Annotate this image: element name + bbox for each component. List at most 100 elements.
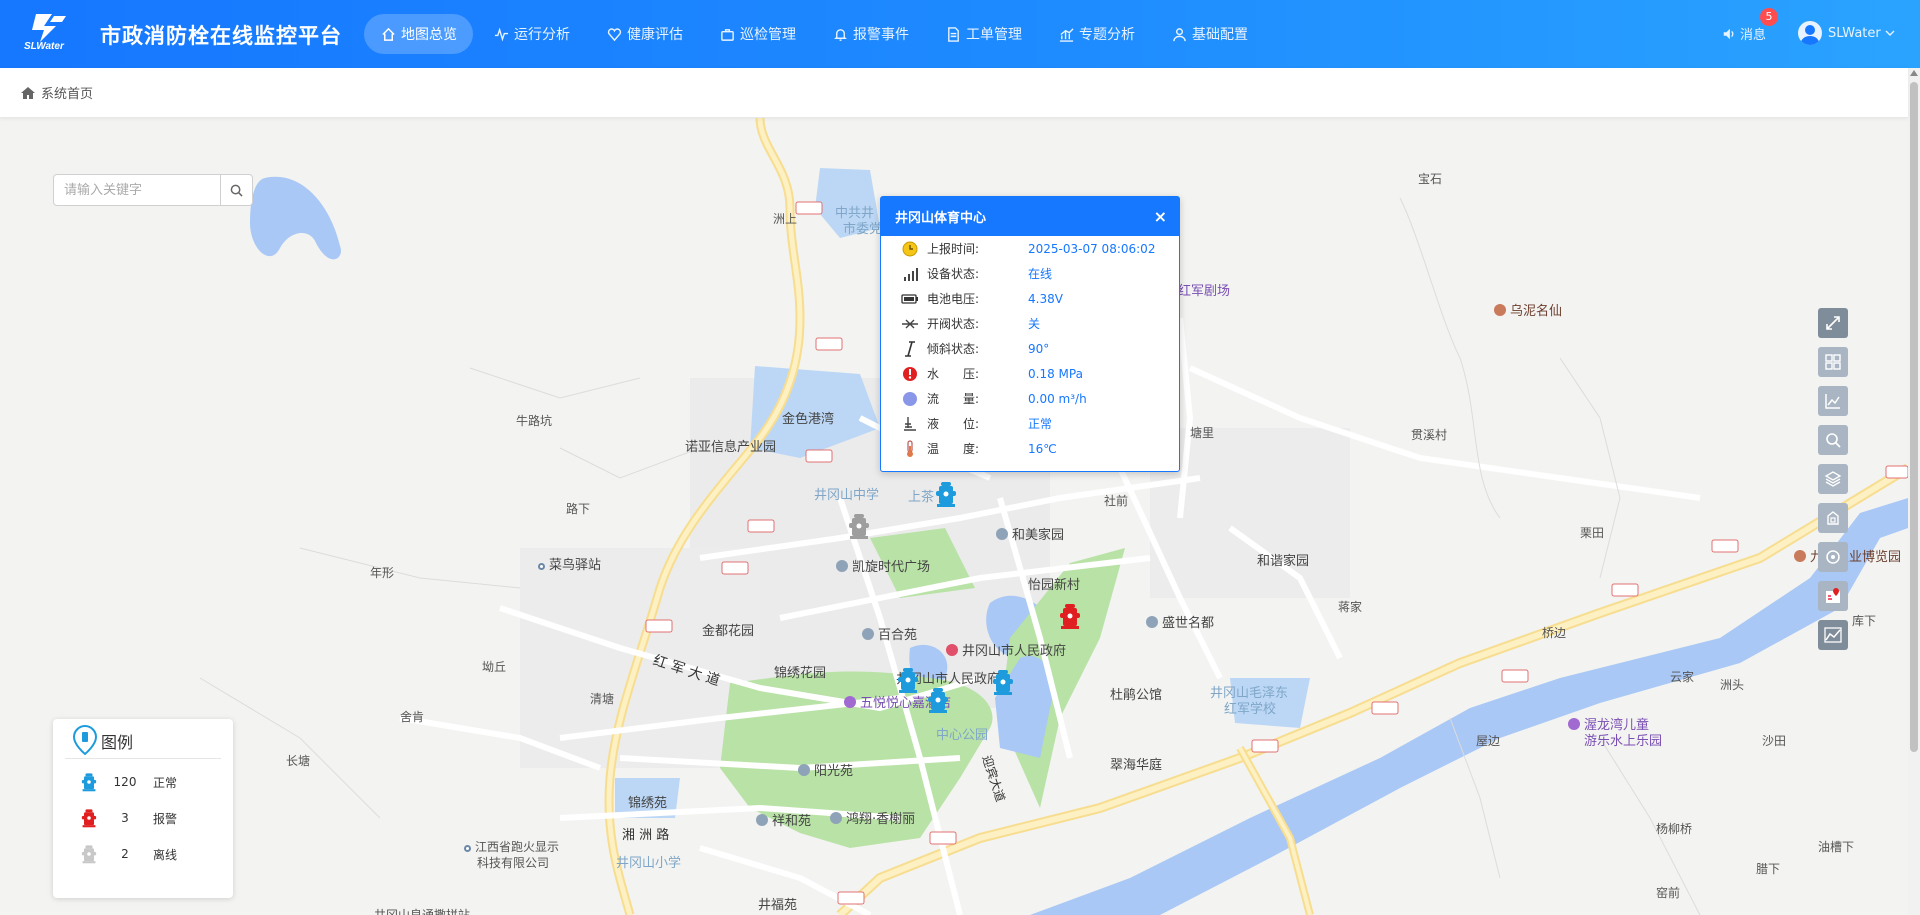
map-legend: 图例 120 正常 3 报警 2 离线: [53, 719, 233, 898]
page-scrollbar[interactable]: [1908, 68, 1920, 915]
signal-icon: [901, 265, 919, 283]
popup-row-device-status: 设备状态: 在线: [881, 261, 1179, 286]
nav-item-base-config[interactable]: 基础配置: [1155, 14, 1264, 54]
hydrant-marker-normal[interactable]: [897, 666, 919, 694]
grid-view-button[interactable]: [1818, 347, 1848, 377]
user-menu[interactable]: SLWater: [1798, 21, 1895, 45]
breadcrumb: 系统首页: [0, 68, 1908, 118]
layers-button[interactable]: [1818, 464, 1848, 494]
map-label: 金都花园: [702, 624, 755, 639]
map-label-text: 百合苑: [878, 628, 918, 643]
map-label-text: 和美家园: [1012, 528, 1065, 543]
top-navigation-bar: SLWater 市政消防栓在线监控平台 地图总览 运行分析 健康评估 巡检管理 …: [0, 0, 1920, 68]
popup-value: 90°: [1028, 341, 1050, 356]
device-info-popup: 井冈山体育中心 × 上报时间: 2025-03-07 08:06:02 设备状态…: [880, 196, 1180, 472]
popup-row-valve: 开阀状态: 关: [881, 311, 1179, 336]
nav-item-inspection[interactable]: 巡检管理: [703, 14, 812, 54]
popup-row-tilt: 倾斜状态: 90°: [881, 336, 1179, 361]
nav-label: 巡检管理: [740, 27, 796, 43]
nav-item-health-assessment[interactable]: 健康评估: [590, 14, 699, 54]
nav-item-alarm-events[interactable]: 报警事件: [816, 14, 925, 54]
map-pin-icon: [1824, 587, 1842, 605]
poi-dot-icon: [538, 563, 545, 570]
map-label: 屋边: [1476, 734, 1501, 748]
legend-item-alarm: 3 报警: [81, 807, 177, 829]
map-label: 清塘: [590, 692, 615, 706]
location-button[interactable]: [1818, 542, 1848, 572]
hydrant-icon: [81, 772, 97, 792]
nav-item-topic-analysis[interactable]: 专题分析: [1042, 14, 1151, 54]
clock-icon: [901, 240, 919, 258]
search-icon: [230, 184, 243, 197]
map-label-text: 凯旋时代广场: [852, 560, 931, 575]
poi-pin-icon: [1794, 550, 1806, 562]
hydrant-marker-offline[interactable]: [848, 512, 870, 540]
magnifier-icon: [1824, 431, 1842, 449]
home-icon: [20, 86, 41, 100]
map-label: 云家: [1670, 670, 1695, 684]
poi-pin-icon: [1494, 304, 1506, 316]
scrollbar-thumb[interactable]: [1910, 82, 1918, 752]
map-pin-button[interactable]: [1818, 581, 1848, 611]
close-icon[interactable]: ×: [1154, 207, 1167, 226]
nav-label: 运行分析: [514, 27, 570, 43]
poi-pin-icon: [830, 812, 842, 824]
map-label: 杨柳桥: [1656, 822, 1693, 836]
map-label: 金色港湾: [782, 412, 835, 427]
popup-value: 16℃: [1028, 441, 1057, 456]
map-label: 和谐家园: [1257, 554, 1310, 569]
hotel-icon: [844, 696, 856, 708]
poi-pin-icon: [798, 764, 810, 776]
map-label: 井冈山市人民政府: [946, 640, 1066, 659]
map-label: 舍肯: [400, 710, 425, 724]
avatar: [1798, 21, 1822, 45]
line-chart-icon: [1824, 392, 1842, 410]
legend-count: 120: [113, 775, 137, 789]
statistics-button[interactable]: [1818, 620, 1848, 650]
hydrant-marker-normal[interactable]: [935, 480, 957, 508]
popup-value: 正常: [1028, 417, 1053, 431]
map-label-text: 乌泥名仙: [1510, 304, 1563, 319]
map-label: 百合苑: [862, 624, 917, 643]
messages-button[interactable]: 消息: [1722, 24, 1766, 43]
map-view[interactable]: 宝石 洲上 中共井 市委党 红军剧场 乌泥名仙 牛路坑 金色港湾 诺亚信息产业园…: [0, 118, 1908, 915]
nav-item-map-overview[interactable]: 地图总览: [364, 14, 473, 54]
map-label: 祥和苑: [756, 810, 811, 829]
trend-button[interactable]: [1818, 386, 1848, 416]
popup-key: 设备状态:: [927, 267, 980, 281]
nav-label: 工单管理: [966, 27, 1022, 43]
hydrant-marker-normal[interactable]: [992, 668, 1014, 696]
popup-value: 0.00 m³/h: [1028, 391, 1087, 406]
hydrant-marker-alarm[interactable]: [1059, 602, 1081, 630]
map-label: 红军学校: [1224, 702, 1277, 717]
messages-label: 消息: [1740, 28, 1767, 43]
nav-item-operation-analysis[interactable]: 运行分析: [477, 14, 586, 54]
fullscreen-button[interactable]: [1818, 308, 1848, 338]
nav-label: 健康评估: [627, 27, 683, 43]
nav-item-work-orders[interactable]: 工单管理: [929, 14, 1038, 54]
poi-pin-icon: [996, 528, 1008, 540]
map-label: 塘里: [1190, 426, 1215, 440]
device-button[interactable]: [1818, 503, 1848, 533]
flow-icon: [901, 390, 919, 408]
search-button[interactable]: [221, 174, 253, 206]
map-label: 腊下: [1756, 862, 1781, 876]
map-label: 宝石: [1418, 172, 1443, 186]
poi-pin-icon: [1146, 616, 1158, 628]
map-label: 年形: [370, 566, 395, 580]
hydrant-marker-normal[interactable]: [927, 686, 949, 714]
map-label: 坳丘: [482, 660, 507, 674]
level-icon: [901, 415, 919, 433]
breadcrumb-home-link[interactable]: 系统首页: [41, 83, 93, 102]
popup-key: 开阀状态:: [927, 317, 980, 331]
zoom-search-button[interactable]: [1818, 425, 1848, 455]
map-label: 井冈山中学: [814, 488, 880, 503]
map-label-text: 鸿翔·香榭丽: [846, 812, 916, 827]
scroll-up-arrow-icon[interactable]: [1910, 70, 1918, 76]
username: SLWater: [1828, 25, 1881, 41]
popup-value: 关: [1028, 317, 1041, 331]
pressure-gauge-icon: [901, 365, 919, 383]
heart-icon: [606, 26, 622, 42]
grid-icon: [1824, 353, 1842, 371]
search-input[interactable]: [53, 174, 221, 206]
